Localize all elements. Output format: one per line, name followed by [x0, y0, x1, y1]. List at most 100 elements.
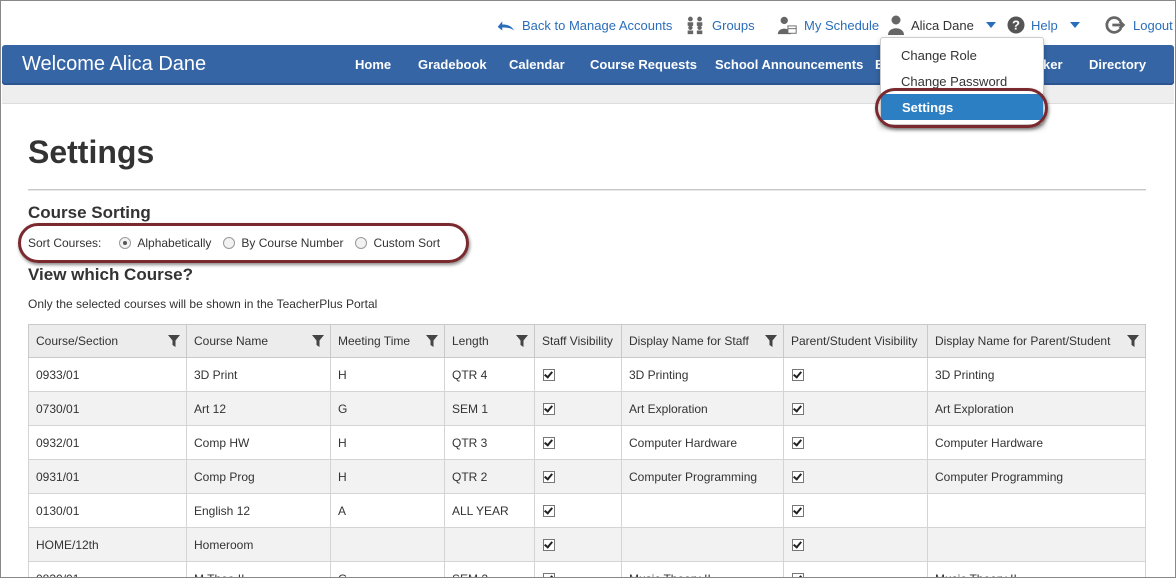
- col-header-course-name[interactable]: Course Name: [186, 324, 331, 358]
- my-schedule-link[interactable]: My Schedule: [776, 15, 879, 35]
- cell-display-name-parent[interactable]: [927, 493, 1146, 528]
- cell-display-name-staff[interactable]: [621, 493, 784, 528]
- parent-visibility-checkbox[interactable]: [792, 437, 804, 450]
- parent-visibility-checkbox[interactable]: [792, 471, 804, 484]
- back-to-manage-accounts-link[interactable]: Back to Manage Accounts: [494, 15, 672, 35]
- col-header-label: Display Name for Staff: [629, 334, 749, 348]
- cell-display-name-staff[interactable]: Music Theory II: [621, 561, 784, 577]
- nav-home[interactable]: Home: [355, 57, 391, 72]
- groups-link[interactable]: Groups: [684, 15, 755, 35]
- schedule-icon: [777, 16, 797, 35]
- cell-course-name: Comp HW: [186, 425, 331, 460]
- menu-item-change-role[interactable]: Change Role: [901, 48, 977, 63]
- radio-by-course-number[interactable]: [223, 237, 236, 249]
- nav-school-announcements[interactable]: School Announcements: [715, 57, 863, 72]
- parent-visibility-checkbox[interactable]: [792, 403, 804, 416]
- cell-staff-visibility: [534, 561, 622, 577]
- cell-display-name-parent[interactable]: Computer Hardware: [927, 425, 1146, 460]
- staff-visibility-checkbox[interactable]: [543, 471, 555, 484]
- user-icon: [888, 15, 904, 35]
- sort-courses-label: Sort Courses:: [28, 236, 102, 250]
- table-row: 0931/01 Comp Prog H QTR 2 Computer Programmi…: [28, 459, 1146, 494]
- col-header-length[interactable]: Length: [444, 324, 535, 358]
- menu-item-settings[interactable]: Settings: [881, 94, 1043, 120]
- sort-option-by-course-number[interactable]: By Course Number: [223, 236, 343, 250]
- cell-display-name-parent[interactable]: Computer Programming: [927, 459, 1146, 494]
- nav-item-partial-ker[interactable]: ker: [1043, 57, 1063, 72]
- cell-display-name-parent[interactable]: Art Exploration: [927, 391, 1146, 426]
- staff-visibility-checkbox[interactable]: [543, 403, 555, 416]
- col-header-label: Parent/Student Visibility: [791, 334, 918, 348]
- nav-gradebook[interactable]: Gradebook: [418, 57, 487, 72]
- cell-length: QTR 3: [444, 425, 535, 460]
- cell-parent-visibility: [783, 561, 928, 577]
- filter-icon[interactable]: [1127, 335, 1139, 347]
- table-header-row: Course/Section Course Name Meeting Time …: [28, 324, 1146, 358]
- sort-option-custom-sort[interactable]: Custom Sort: [355, 236, 440, 250]
- staff-visibility-checkbox[interactable]: [543, 505, 555, 518]
- cell-parent-visibility: [783, 425, 928, 460]
- cell-course-section: 0933/01: [28, 357, 187, 392]
- cell-display-name-staff[interactable]: [621, 527, 784, 562]
- filter-icon[interactable]: [168, 335, 180, 347]
- nav-calendar[interactable]: Calendar: [509, 57, 565, 72]
- staff-visibility-checkbox[interactable]: [543, 573, 555, 577]
- menu-item-settings-label: Settings: [902, 100, 954, 115]
- parent-visibility-checkbox[interactable]: [792, 573, 804, 577]
- parent-visibility-checkbox[interactable]: [792, 539, 804, 552]
- col-header-label: Course Name: [194, 334, 269, 348]
- cell-meeting-time: G: [330, 561, 445, 577]
- col-header-label: Meeting Time: [338, 334, 411, 348]
- logout-label: Logout: [1133, 17, 1173, 33]
- col-header-meeting-time[interactable]: Meeting Time: [330, 324, 445, 358]
- filter-icon[interactable]: [516, 335, 528, 347]
- cell-course-section: 0830/01: [28, 561, 187, 577]
- filter-icon[interactable]: [426, 335, 438, 347]
- parent-visibility-checkbox[interactable]: [792, 369, 804, 382]
- cell-display-name-staff[interactable]: Computer Programming: [621, 459, 784, 494]
- staff-visibility-checkbox[interactable]: [543, 437, 555, 450]
- cell-parent-visibility: [783, 459, 928, 494]
- filter-icon[interactable]: [765, 335, 777, 347]
- groups-label: Groups: [712, 17, 755, 33]
- table-row: 0730/01 Art 12 G SEM 1 Art Exploration Art Ex…: [28, 391, 1146, 426]
- sort-option-label: By Course Number: [241, 236, 344, 250]
- cell-length: SEM 1: [444, 391, 535, 426]
- cell-display-name-staff[interactable]: 3D Printing: [621, 357, 784, 392]
- course-sorting-heading: Course Sorting: [28, 203, 151, 222]
- radio-custom-sort[interactable]: [355, 237, 368, 249]
- cell-display-name-staff[interactable]: Computer Hardware: [621, 425, 784, 460]
- sort-option-label: Custom Sort: [373, 236, 441, 250]
- cell-meeting-time: H: [330, 425, 445, 460]
- cell-staff-visibility: [534, 391, 622, 426]
- radio-alphabetically[interactable]: [119, 237, 132, 249]
- cell-length: [444, 527, 535, 562]
- cell-display-name-parent[interactable]: [927, 527, 1146, 562]
- cell-display-name-parent[interactable]: 3D Printing: [927, 357, 1146, 392]
- col-header-parent-visibility[interactable]: Parent/Student Visibility: [783, 324, 928, 358]
- col-header-display-name-staff[interactable]: Display Name for Staff: [621, 324, 784, 358]
- col-header-display-name-parent[interactable]: Display Name for Parent/Student: [927, 324, 1146, 358]
- cell-meeting-time: [330, 527, 445, 562]
- logout-link[interactable]: Logout: [1105, 15, 1173, 35]
- help-label: Help: [1031, 17, 1058, 33]
- user-menu[interactable]: Alica Dane: [887, 15, 996, 35]
- cell-display-name-staff[interactable]: Art Exploration: [621, 391, 784, 426]
- course-table: Course/Section Course Name Meeting Time …: [28, 324, 1146, 577]
- table-row: 0932/01 Comp HW H QTR 3 Computer Hardware Com…: [28, 425, 1146, 460]
- cell-display-name-parent[interactable]: Music Theory II: [927, 561, 1146, 577]
- staff-visibility-checkbox[interactable]: [543, 369, 555, 382]
- col-header-course-section[interactable]: Course/Section: [28, 324, 187, 358]
- help-menu[interactable]: ? Help: [1007, 15, 1080, 35]
- staff-visibility-checkbox[interactable]: [543, 539, 555, 552]
- filter-icon[interactable]: [312, 335, 324, 347]
- nav-directory[interactable]: Directory: [1089, 57, 1146, 72]
- sort-option-alphabetically[interactable]: Alphabetically: [119, 236, 211, 250]
- parent-visibility-checkbox[interactable]: [792, 505, 804, 518]
- col-header-staff-visibility[interactable]: Staff Visibility: [534, 324, 622, 358]
- user-dropdown-menu: Change Role Change Password Settings: [880, 37, 1044, 125]
- cell-parent-visibility: [783, 357, 928, 392]
- nav-course-requests[interactable]: Course Requests: [590, 57, 697, 72]
- cell-course-name: Art 12: [186, 391, 331, 426]
- menu-item-change-password[interactable]: Change Password: [901, 74, 1007, 89]
